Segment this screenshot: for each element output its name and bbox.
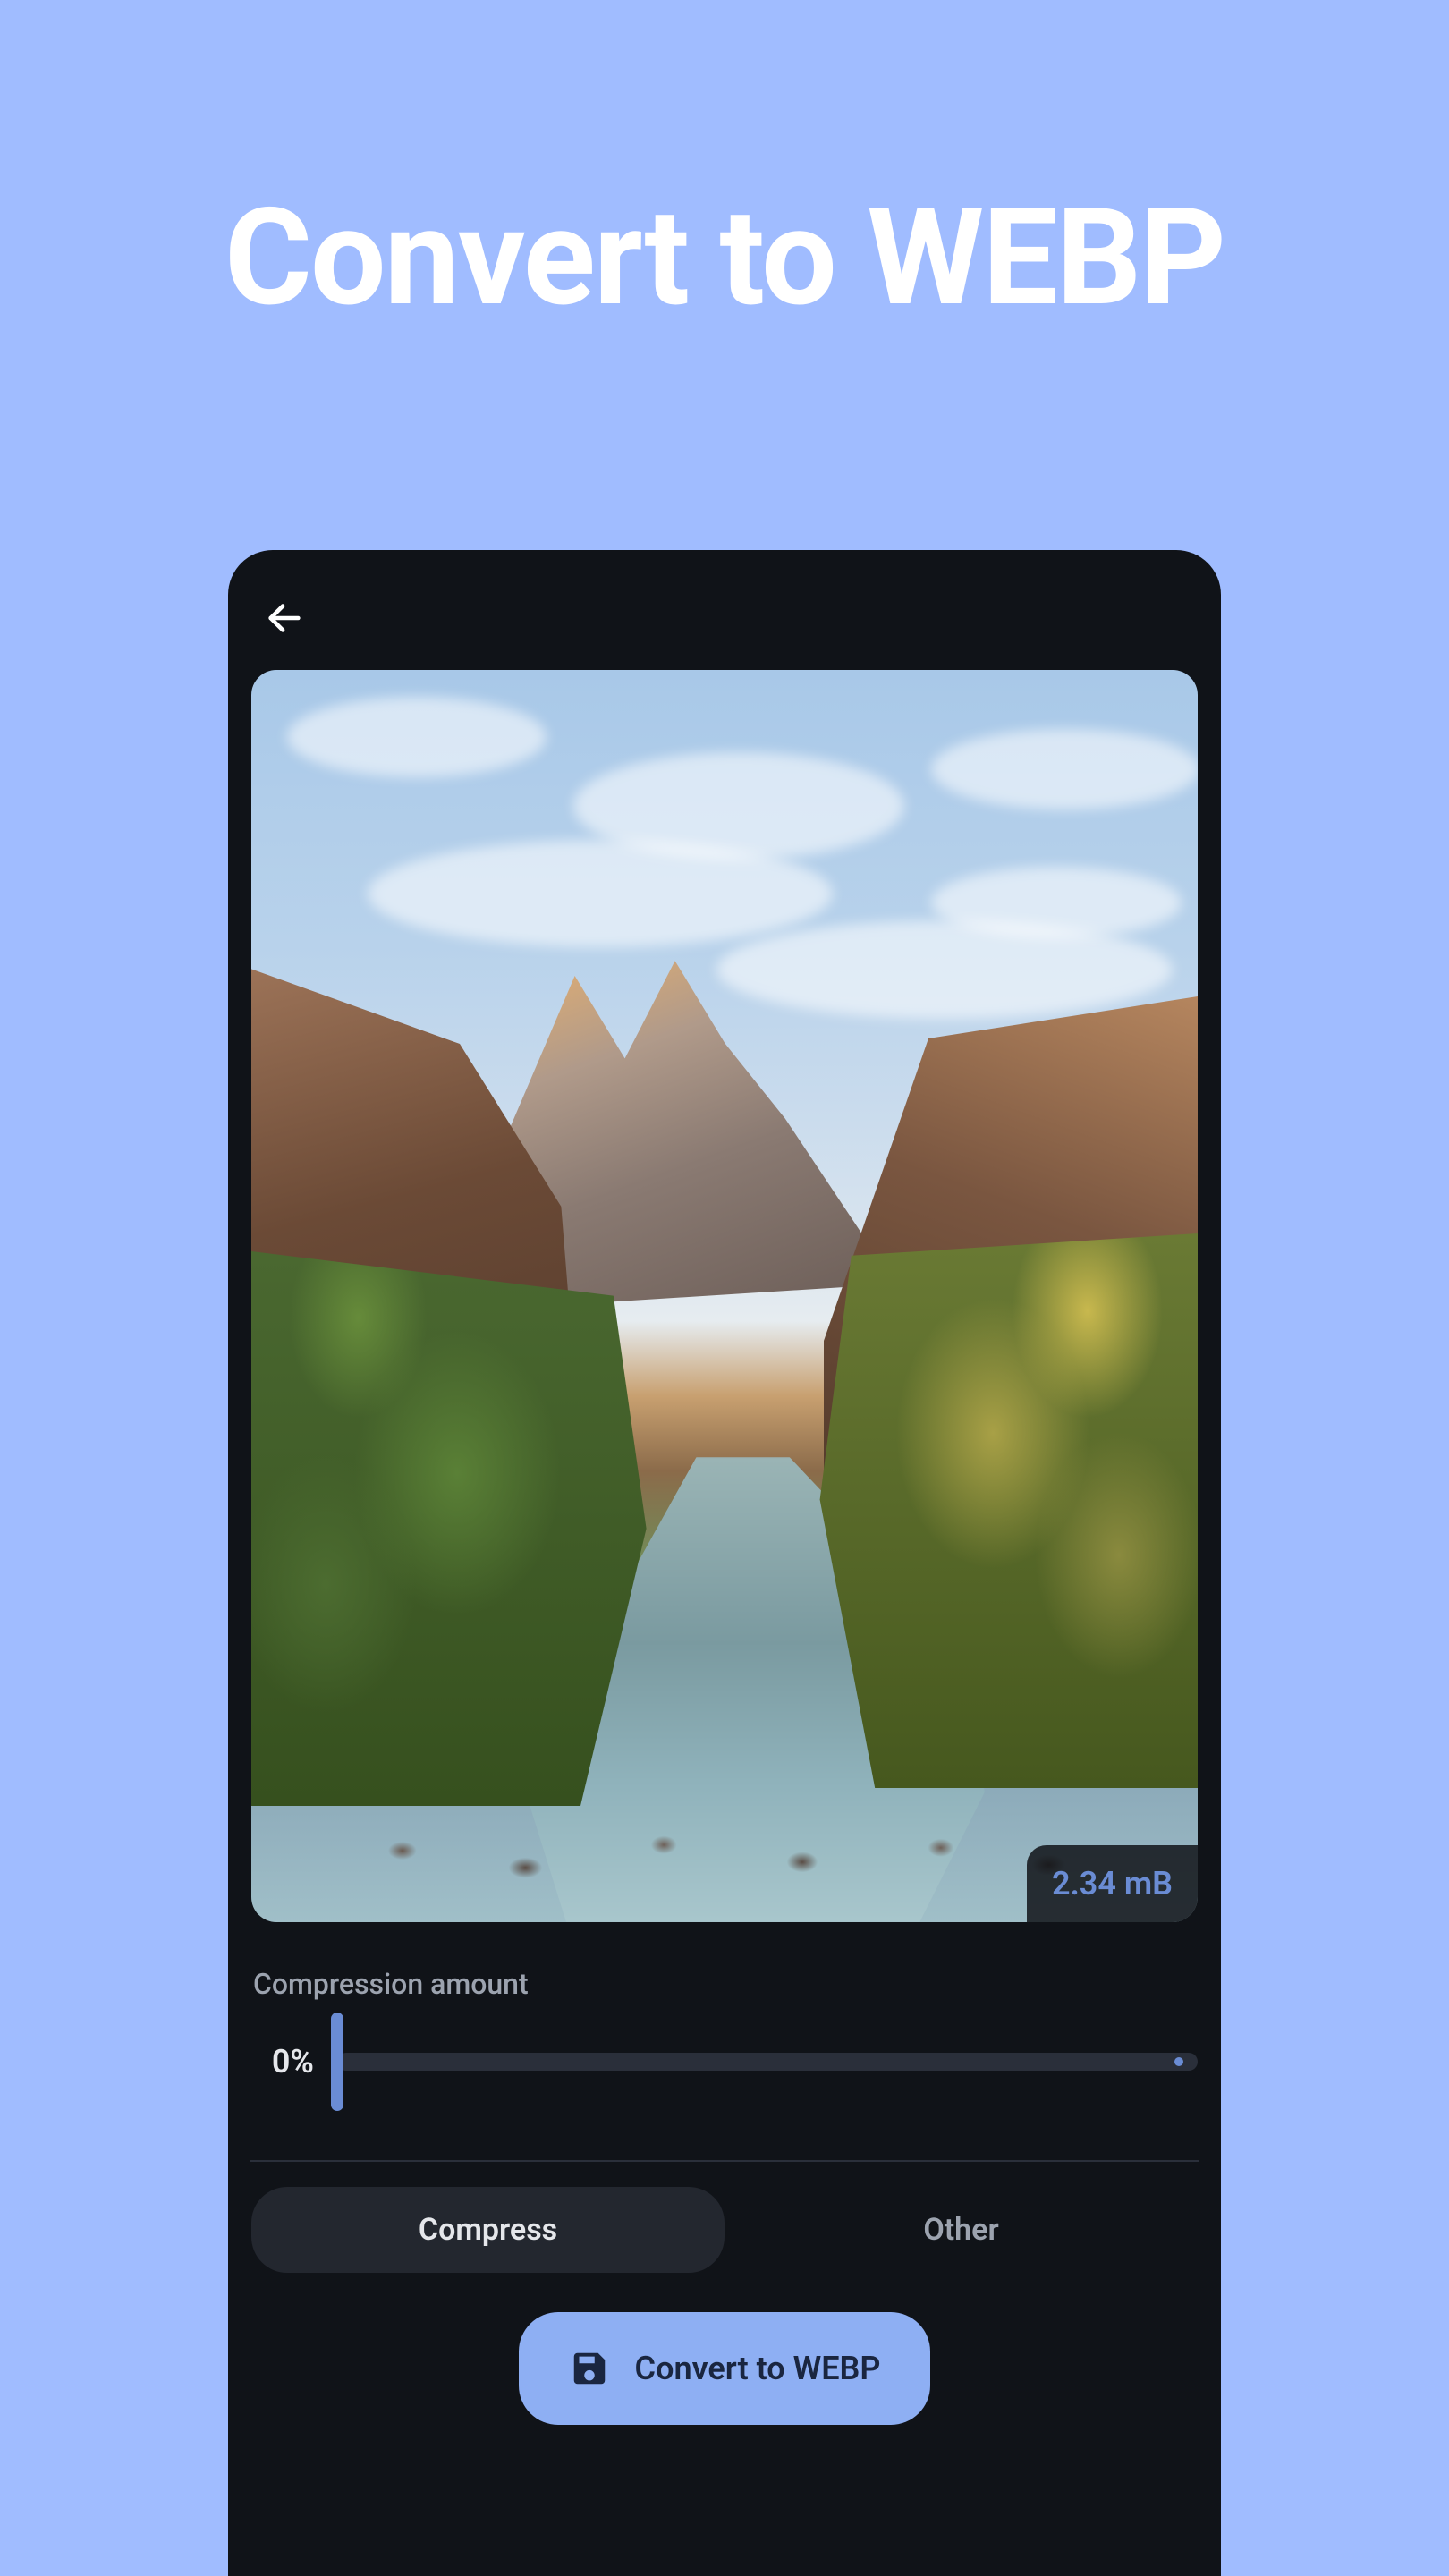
convert-button[interactable]: Convert to WEBP [519,2312,931,2425]
compression-slider-row: 0% [251,2026,1198,2160]
compression-slider[interactable] [337,2026,1198,2097]
file-size-badge: 2.34 mB [1027,1845,1198,1922]
compression-label: Compression amount [251,1967,1198,2001]
cta-row: Convert to WEBP [251,2312,1198,2425]
tab-other[interactable]: Other [724,2187,1198,2273]
image-preview: 2.34 mB [251,670,1198,1922]
divider [250,2160,1199,2162]
back-arrow-icon[interactable] [264,597,305,639]
preview-decoration [341,1779,1110,1922]
tabs: Compress Other [251,2187,1198,2273]
top-bar [251,573,1198,663]
save-icon [569,2348,610,2389]
preview-decoration [931,867,1182,938]
slider-track [337,2053,1198,2071]
preview-decoration [368,840,833,947]
tab-compress[interactable]: Compress [251,2187,724,2273]
page-title: Convert to WEBP [0,0,1449,336]
convert-button-label: Convert to WEBP [635,2350,881,2387]
preview-decoration [804,1233,1198,1788]
device-frame: 2.34 mB Compression amount 0% Compress O… [228,550,1221,2576]
compression-value: 0% [251,2043,314,2080]
slider-thumb[interactable] [331,2012,343,2111]
preview-decoration [287,697,547,777]
preview-decoration [931,729,1198,809]
